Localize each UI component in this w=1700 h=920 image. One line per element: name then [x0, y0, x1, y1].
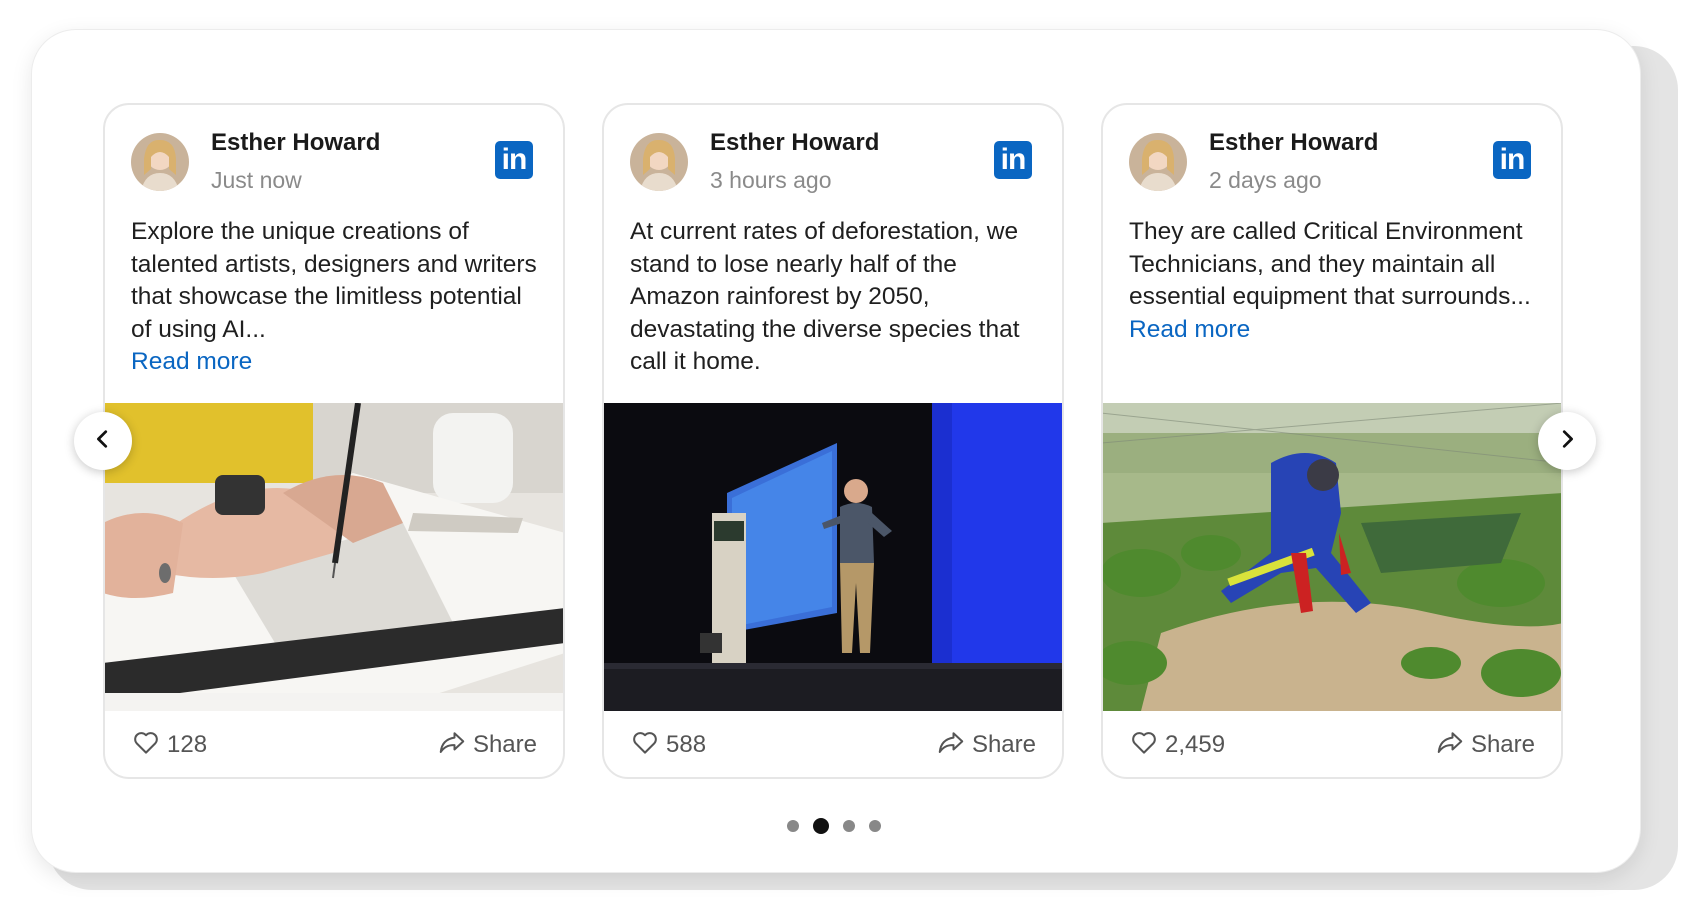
post-time: 2 days ago: [1209, 167, 1322, 193]
share-arrow-icon: [437, 727, 467, 764]
post-header: Esther Howard Just now in: [131, 127, 537, 197]
avatar[interactable]: [131, 133, 189, 191]
heart-icon: [630, 727, 660, 764]
linkedin-icon[interactable]: in: [1493, 141, 1531, 179]
share-label: Share: [971, 731, 1036, 758]
stage-speaker-photo: [604, 403, 1062, 711]
post-card: Esther Howard 3 hours ago in At current …: [602, 103, 1064, 779]
post-header: Esther Howard 3 hours ago in: [630, 127, 1036, 197]
share-label: Share: [1470, 731, 1535, 758]
carousel-pagination: [787, 818, 881, 834]
field-worker-photo: [1103, 403, 1561, 711]
avatar[interactable]: [630, 133, 688, 191]
like-count: 588: [666, 731, 707, 758]
post-card: Esther Howard Just now in Explore the un…: [103, 103, 565, 779]
author-name[interactable]: Esther Howard: [211, 129, 380, 157]
carousel-prev-button[interactable]: [74, 412, 132, 470]
chevron-right-icon: [1556, 428, 1578, 455]
post-footer: 2,459 Share: [1129, 725, 1535, 765]
like-button[interactable]: 2,459: [1129, 725, 1225, 765]
heart-icon: [1129, 727, 1159, 764]
read-more-link[interactable]: Read more: [131, 346, 541, 379]
like-count: 128: [167, 731, 208, 758]
post-text: They are called Critical Environment Tec…: [1129, 216, 1539, 346]
post-time: Just now: [211, 167, 302, 193]
share-button[interactable]: Share: [1435, 725, 1535, 765]
share-button[interactable]: Share: [936, 725, 1036, 765]
author-name[interactable]: Esther Howard: [710, 129, 879, 157]
heart-icon: [131, 727, 161, 764]
pagination-dot-2[interactable]: [813, 818, 829, 834]
post-body: Explore the unique creations of talented…: [131, 218, 537, 343]
post-image[interactable]: [105, 403, 563, 711]
post-footer: 128 Share: [131, 725, 537, 765]
post-text: At current rates of deforestation, we st…: [630, 216, 1040, 379]
like-count: 2,459: [1165, 731, 1226, 758]
share-arrow-icon: [1435, 727, 1465, 764]
post-text: Explore the unique creations of talented…: [131, 216, 541, 379]
avatar[interactable]: [1129, 133, 1187, 191]
carousel-next-button[interactable]: [1538, 412, 1596, 470]
post-body: At current rates of deforestation, we st…: [630, 218, 1020, 375]
pagination-dot-4[interactable]: [869, 820, 881, 832]
post-image[interactable]: [1103, 403, 1561, 711]
post-footer: 588 Share: [630, 725, 1036, 765]
like-button[interactable]: 588: [630, 725, 706, 765]
share-label: Share: [472, 731, 537, 758]
chevron-left-icon: [92, 428, 114, 455]
drawing-hand-photo: [105, 403, 563, 711]
pagination-dot-1[interactable]: [787, 820, 799, 832]
read-more-link[interactable]: Read more: [1129, 314, 1539, 347]
post-time: 3 hours ago: [710, 167, 832, 193]
pagination-dot-3[interactable]: [843, 820, 855, 832]
like-button[interactable]: 128: [131, 725, 207, 765]
post-card: Esther Howard 2 days ago in They are cal…: [1101, 103, 1563, 779]
post-header: Esther Howard 2 days ago in: [1129, 127, 1535, 197]
author-name[interactable]: Esther Howard: [1209, 129, 1378, 157]
linkedin-icon[interactable]: in: [495, 141, 533, 179]
linkedin-icon[interactable]: in: [994, 141, 1032, 179]
post-body: They are called Critical Environment Tec…: [1129, 218, 1531, 310]
share-button[interactable]: Share: [437, 725, 537, 765]
post-image[interactable]: [604, 403, 1062, 711]
share-arrow-icon: [936, 727, 966, 764]
